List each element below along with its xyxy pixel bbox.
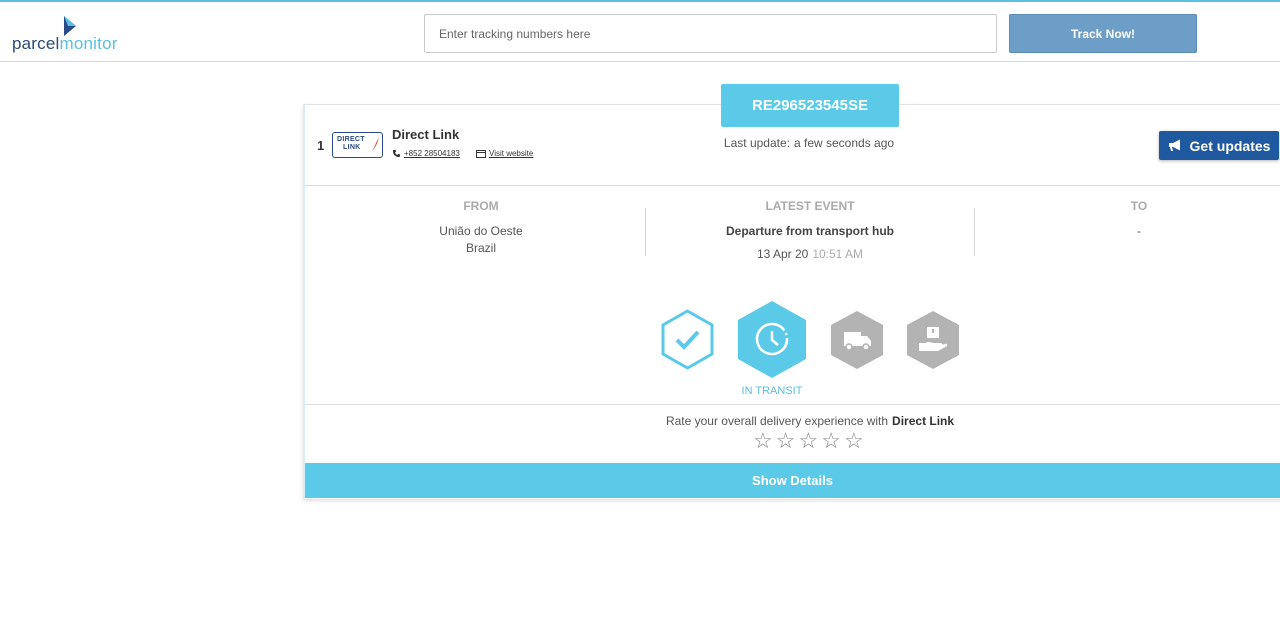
carrier-logo-line2: LINK — [343, 144, 361, 151]
latest-event-time: 10:51 AM — [812, 247, 864, 261]
from-country: Brazil — [465, 241, 496, 255]
rating-carrier-name: Direct Link — [892, 414, 955, 428]
truck-icon — [831, 311, 883, 369]
last-update: Last update: a few seconds ago — [654, 136, 964, 150]
status-label: IN TRANSIT — [741, 385, 803, 397]
logo-flag-icon — [64, 16, 76, 36]
check-icon — [661, 309, 714, 370]
to-value: - — [1137, 224, 1141, 238]
latest-event-column: LATEST EVENT Departure from transport hu… — [680, 199, 940, 263]
header: parcelmonitor Track Now! — [0, 2, 1280, 62]
star-icon[interactable]: ☆ — [753, 430, 773, 452]
get-updates-button[interactable]: Get updates — [1159, 131, 1279, 160]
visit-website-text: Visit website — [489, 149, 534, 158]
tracking-number-input[interactable] — [424, 14, 997, 53]
megaphone-icon — [1168, 139, 1180, 151]
from-column: FROM União do Oeste Brazil — [410, 199, 552, 257]
latest-event-date: 13 Apr 20 — [756, 247, 809, 261]
card-divider-top — [305, 185, 1280, 186]
hand-package-icon — [907, 311, 959, 369]
logo-text: parcelmonitor — [12, 34, 118, 53]
browser-window-icon — [476, 149, 486, 158]
carrier-phone-text: +852 28504183 — [404, 149, 460, 158]
get-updates-label: Get updates — [1189, 137, 1271, 154]
tracking-number-badge: RE296523545SE — [721, 84, 899, 127]
card-divider-bottom — [305, 404, 1280, 405]
star-icon[interactable]: ☆ — [844, 430, 864, 452]
column-separator — [645, 208, 646, 256]
latest-event-datetime: 13 Apr 20 10:51 AM — [680, 246, 940, 263]
star-icon[interactable]: ☆ — [821, 430, 841, 452]
last-update-label: Last update: — [723, 136, 790, 150]
carrier-phone-link[interactable]: +852 28504183 — [392, 149, 460, 158]
star-icon[interactable]: ☆ — [798, 430, 818, 452]
carrier-logo-line1: DIRECT — [337, 136, 365, 143]
visit-website-link[interactable]: Visit website — [476, 149, 533, 158]
carrier-swoosh-icon — [371, 137, 379, 153]
shipment-index: 1 — [317, 138, 325, 153]
clock-icon — [738, 301, 806, 378]
latest-event-title: Departure from transport hub — [725, 224, 894, 238]
carrier-name: Direct Link — [392, 127, 460, 142]
latest-event-header: LATEST EVENT — [765, 199, 855, 213]
rating-prompt: Rate your overall delivery experience wi… — [560, 414, 1060, 428]
rating-stars: ☆ ☆ ☆ ☆ ☆ — [753, 430, 864, 452]
rating-prompt-text: Rate your overall delivery experience wi… — [665, 414, 889, 428]
carrier-logo: DIRECT LINK — [332, 132, 383, 158]
from-city: União do Oeste — [439, 224, 523, 238]
show-details-button[interactable]: Show Details — [305, 463, 1280, 498]
to-column: TO - — [1100, 199, 1178, 240]
last-update-value: a few seconds ago — [793, 136, 895, 150]
parcelmonitor-logo[interactable]: parcelmonitor — [12, 16, 132, 56]
track-now-button[interactable]: Track Now! — [1009, 14, 1197, 53]
phone-icon — [392, 149, 401, 158]
column-separator — [974, 208, 975, 256]
from-header: FROM — [463, 199, 499, 213]
star-icon[interactable]: ☆ — [776, 430, 796, 452]
to-header: TO — [1130, 199, 1148, 213]
